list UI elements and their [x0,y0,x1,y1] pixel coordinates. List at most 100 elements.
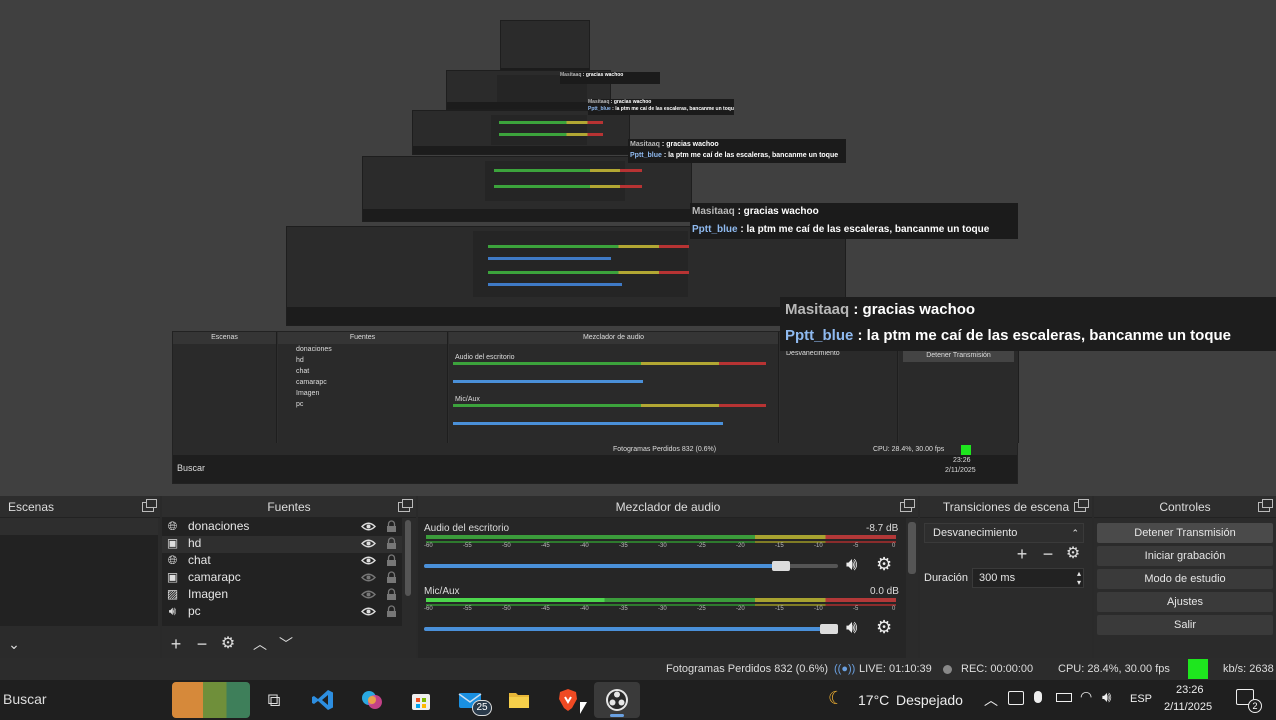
volume-icon[interactable]: 🔊︎ [1102,689,1111,706]
speaker-icon[interactable]: 🔊︎ [846,554,857,575]
sources-title: Fuentes [267,500,311,514]
remove-transition-button[interactable]: − [1038,544,1058,564]
copilot-icon[interactable] [360,688,384,712]
search-box[interactable]: Buscar [3,691,47,707]
channel-db-desktop: -8.7 dB [866,523,899,534]
lock-icon[interactable] [386,520,397,533]
transition-select[interactable]: Desvanecimiento ⌃ [924,523,1084,543]
channel-gear-icon[interactable]: ⚙ [876,617,892,638]
store-icon[interactable] [409,688,433,712]
speaker-icon[interactable]: 🔊︎ [846,617,857,638]
settings-button[interactable]: Ajustes [1097,592,1273,612]
globe-icon: 🌐︎ [167,519,178,533]
meter-tick-label: -30 [658,543,667,549]
meter-tick-label: -45 [541,543,550,549]
volume-handle-mic[interactable] [820,624,838,634]
lock-icon[interactable] [386,571,397,584]
add-transition-button[interactable]: + [1012,544,1032,564]
meter-tick-label: 0 [892,606,896,612]
source-row[interactable]: ▣ hd [162,535,402,552]
visibility-eye-icon[interactable] [361,589,376,600]
meter-tick-label: -15 [775,543,784,549]
channel-gear-icon[interactable]: ⚙ [876,554,892,575]
chat-line-2: Pptt_blue : la ptm me caí de las escaler… [785,323,1276,349]
volume-slider-mic[interactable] [424,624,838,634]
undock-icon[interactable] [1074,499,1089,512]
undock-icon[interactable] [398,499,413,512]
meter-tick-label: -40 [580,543,589,549]
mail-badge: 25 [472,700,492,716]
move-down-icon[interactable]: ﹀ [276,634,296,654]
start-recording-button[interactable]: Iniciar grabación [1097,546,1273,566]
chat-line-1: Masitaaq : gracias wachoo [785,297,1276,323]
wifi-icon[interactable]: ◠ [1080,688,1092,705]
preview-chat-l3b: Masitaaq : gracias wachoo Pptt_blue : la… [588,99,734,115]
weather-desc[interactable]: Despejado [896,692,963,708]
source-row[interactable]: 🌐︎ donaciones [162,518,402,535]
channel-name-mic: Mic/Aux [424,586,460,597]
visibility-eye-icon[interactable] [361,606,376,617]
vscode-icon[interactable] [311,688,335,712]
visibility-eye-icon[interactable] [361,555,376,566]
language-indicator[interactable]: ESP [1130,693,1152,705]
transition-value: Desvanecimiento [933,527,1018,539]
visibility-eye-icon[interactable] [361,538,376,549]
stop-streaming-button[interactable]: Detener Transmisión [1097,523,1273,543]
spin-arrows-icon[interactable]: ▴ ▾ [1077,569,1081,587]
volume-slider-desktop[interactable] [424,561,838,571]
preview-recursion-level-3b [412,110,630,155]
status-bar: Fotogramas Perdidos 832 (0.6%) ((●)) LIV… [0,658,1276,680]
tray-app-icon[interactable] [1008,691,1024,705]
scene-row[interactable] [0,518,158,535]
source-row[interactable]: 🌐︎ chat [162,552,402,569]
meter-tick-label: -25 [697,543,706,549]
undock-icon[interactable] [1258,499,1273,512]
exit-button[interactable]: Salir [1097,615,1273,635]
mixer-scrollbar[interactable] [908,522,916,574]
source-row[interactable]: 🔊︎ pc [162,603,402,620]
chevron-up-icon[interactable]: ︿ [984,690,998,710]
sources-scrollbar[interactable] [404,518,412,624]
channel-name-desktop: Audio del escritorio [424,523,510,534]
meter-tick-label: -5 [853,543,859,549]
battery-icon[interactable] [1056,693,1072,702]
lock-icon[interactable] [386,588,397,601]
brave-icon[interactable] [556,688,580,712]
visibility-eye-icon[interactable] [361,572,376,583]
source-row[interactable]: ▣ camarapc [162,569,402,586]
stream-health-indicator [1188,659,1208,679]
transition-gear-icon[interactable]: ⚙ [1063,544,1083,564]
undock-icon[interactable] [142,499,157,512]
move-up-icon[interactable]: ︿ [250,634,270,654]
file-explorer-icon[interactable] [507,688,531,712]
moon-weather-icon[interactable]: ☾ [828,688,844,709]
source-properties-gear-icon[interactable]: ⚙ [218,634,238,654]
task-view-icon[interactable]: ⧉ [262,688,286,712]
volume-handle-desktop[interactable] [772,561,790,571]
meter-tick-label: -5 [853,606,859,612]
lock-icon[interactable] [386,605,397,618]
clock-time[interactable]: 23:26 [1176,684,1204,696]
meter-tick-label: -40 [580,606,589,612]
lock-icon[interactable] [386,554,397,567]
remove-source-button[interactable]: − [192,634,212,654]
source-row[interactable]: ▨ Imagen [162,586,402,603]
clock-date[interactable]: 2/11/2025 [1164,701,1212,713]
meter-tick-label: -50 [502,606,511,612]
preview-recursion-level-4 [500,20,590,75]
lock-icon[interactable] [386,537,397,550]
preview-recursion-level-2 [362,156,692,222]
add-source-button[interactable]: + [166,634,186,654]
microphone-icon[interactable] [1034,691,1042,703]
weather-temp[interactable]: 17°C [858,692,889,708]
sources-panel: Fuentes 🌐︎ donaciones ▣ hd 🌐︎ chat ▣ camarapc ▨ I… [162,496,416,658]
obs-taskbar-active[interactable] [594,682,640,718]
studio-mode-button[interactable]: Modo de estudio [1097,569,1273,589]
undock-icon[interactable] [900,499,915,512]
duration-label: Duración [924,572,969,584]
visibility-eye-icon[interactable] [361,521,376,532]
meter-tick-label: -45 [541,606,550,612]
meter-tick-label: -10 [814,606,823,612]
chevron-down-icon[interactable]: ⌄ [4,634,24,654]
duration-spinbox[interactable]: 300 ms ▴ ▾ [972,568,1084,588]
